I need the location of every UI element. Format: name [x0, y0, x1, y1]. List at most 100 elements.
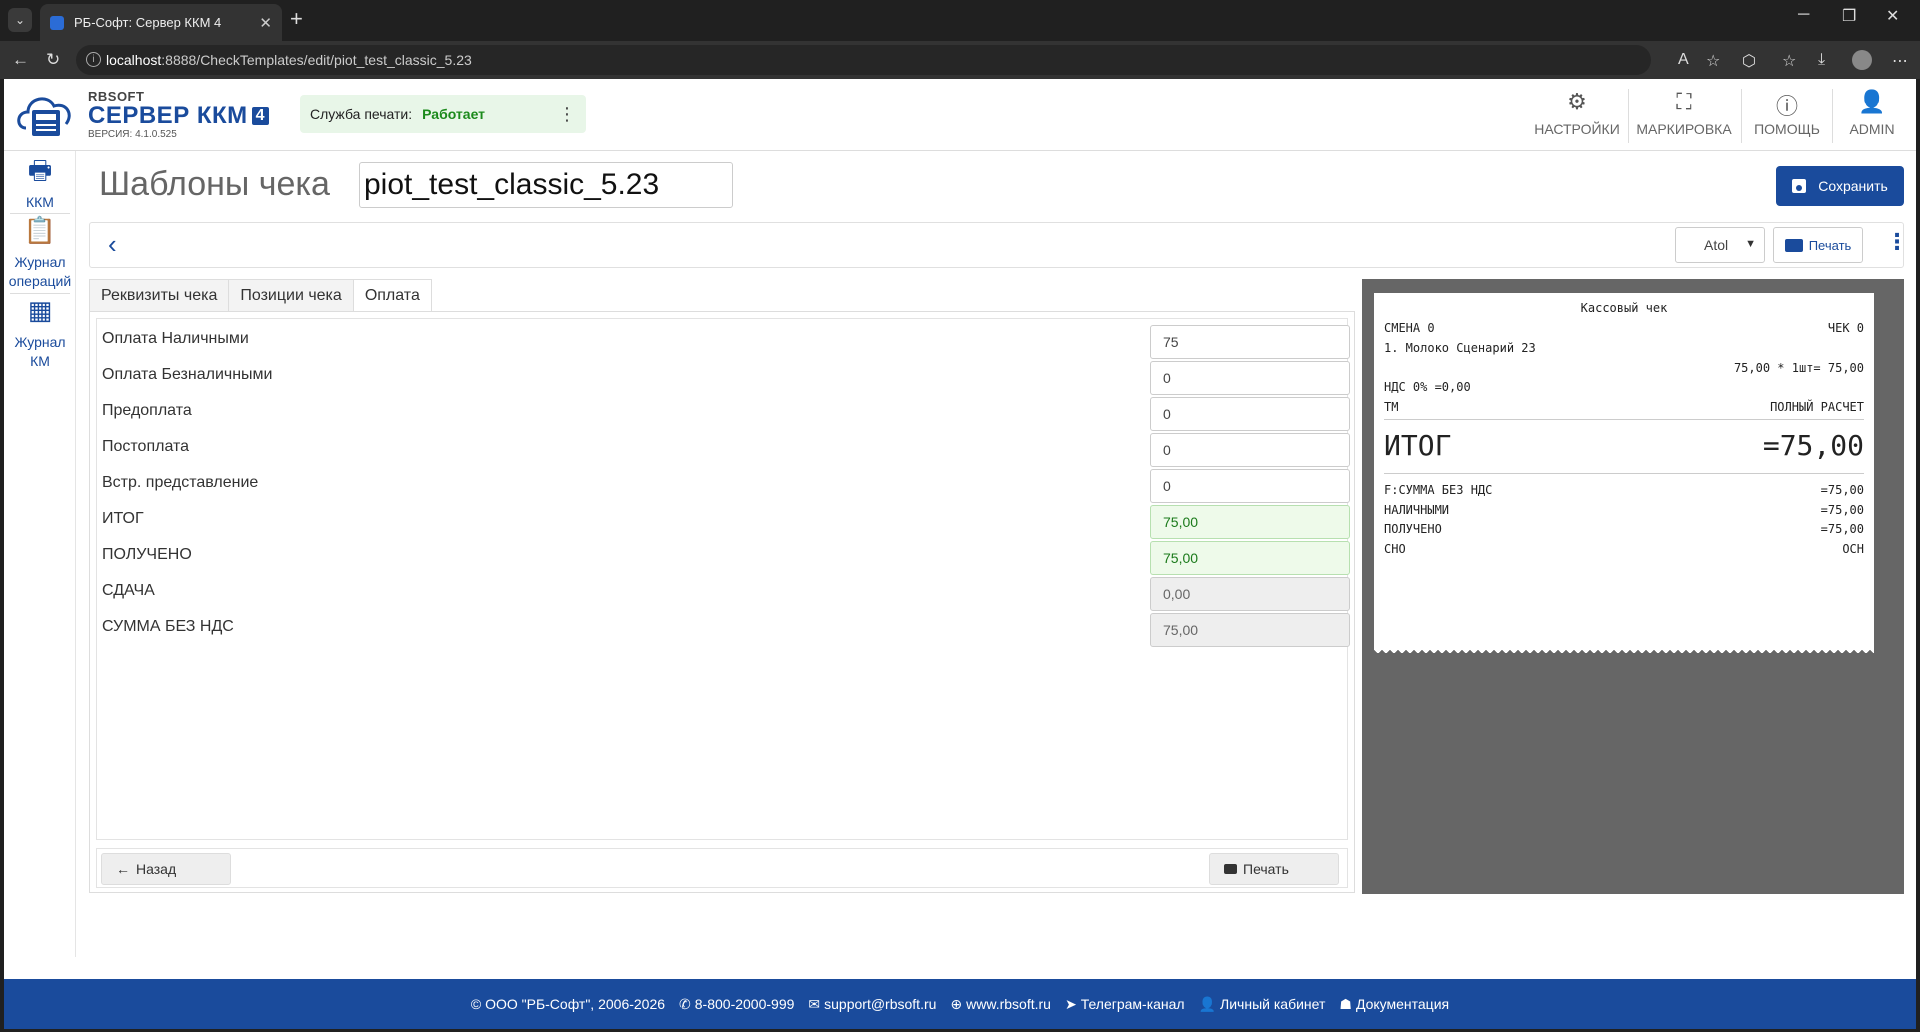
print-service-label: Служба печати:	[310, 106, 413, 122]
url-path: :8888/CheckTemplates/edit/piot_test_clas…	[161, 52, 472, 68]
sidebar-item-journal-ops[interactable]: 📋 Журнал операций	[4, 217, 76, 291]
read-aloud-icon[interactable]: A	[1678, 51, 1689, 69]
field-row-prepayment: Предоплата 0	[97, 397, 1350, 433]
postpayment-input[interactable]: 0	[1150, 433, 1350, 467]
print-service-state: Работает	[422, 106, 486, 122]
profile-avatar-icon[interactable]	[1852, 50, 1872, 70]
chevron-left-icon[interactable]: ‹	[108, 229, 117, 260]
close-tab-icon[interactable]: ✕	[259, 14, 272, 32]
receipt-preview: Кассовый чек СМЕНА 0 ЧЕК 0 1. Молоко Сцен…	[1362, 279, 1904, 894]
field-row-cashless: Оплата Безналичными 0	[97, 361, 1350, 397]
gear-icon: ⚙	[1567, 89, 1587, 114]
browser-tabbar: ⌄ РБ-Софт: Сервер ККМ 4 ✕ + ─ ❐ ✕	[0, 0, 1920, 41]
no-vat-sum-value: 75,00	[1150, 613, 1350, 647]
field-row-received: ПОЛУЧЕНО 75,00	[97, 541, 1350, 577]
receipt-item-calc: 75,00 * 1шт= 75,00	[1733, 361, 1864, 375]
footer-cabinet[interactable]: 👤 Личный кабинет	[1199, 996, 1326, 1013]
sidebar-item-kkm[interactable]: 🖶 ККМ	[4, 155, 76, 212]
payment-form: Оплата Наличными 75 Оплата Безналичными …	[89, 311, 1355, 893]
receipt-no-vat-line: F:СУММА БЕЗ НДС =75,00	[1384, 483, 1864, 497]
mail-icon: ✉	[808, 995, 821, 1012]
prepayment-input[interactable]: 0	[1150, 397, 1350, 431]
tab-check-positions[interactable]: Позиции чека	[228, 279, 354, 311]
scan-icon: ⛶	[1676, 89, 1692, 114]
arrow-left-icon: ←	[116, 861, 130, 877]
restore-icon[interactable]: ❐	[1842, 6, 1856, 26]
admin-button[interactable]: 👤 ADMIN	[1840, 89, 1904, 143]
cashless-payment-input[interactable]: 0	[1150, 361, 1350, 395]
printer-icon	[1224, 864, 1237, 874]
payment-fields: Оплата Наличными 75 Оплата Безналичными …	[96, 318, 1350, 840]
minimize-icon[interactable]: ─	[1798, 6, 1809, 24]
site-info-icon[interactable]: i	[86, 52, 101, 67]
printer-icon: 🖶	[27, 155, 53, 185]
receipt-title: Кассовый чек	[1580, 301, 1668, 315]
favorite-star-icon[interactable]: ☆	[1706, 51, 1720, 71]
print-service-menu-icon[interactable]: ⋮	[558, 104, 576, 125]
reload-icon[interactable]: ↻	[46, 50, 60, 70]
field-row-postpayment: Постоплата 0	[97, 433, 1350, 469]
user-icon: 👤	[1858, 89, 1886, 114]
tab-check-requisites[interactable]: Реквизиты чека	[89, 279, 230, 311]
footer-site[interactable]: ⊕ www.rbsoft.ru	[950, 996, 1051, 1013]
app-header: RBSOFT СЕРВЕР ККМ 4 ВЕРСИЯ: 4.1.0.525 Слу…	[4, 79, 1916, 151]
marking-button[interactable]: ⛶ МАРКИРОВКА	[1636, 89, 1732, 143]
floppy-icon	[1792, 179, 1807, 193]
driver-select[interactable]: Atol ▼	[1675, 227, 1765, 263]
app-version: ВЕРСИЯ: 4.1.0.525	[88, 129, 177, 140]
template-name-input[interactable]	[359, 162, 733, 208]
receipt-sno-line: СНО ОСН	[1384, 542, 1864, 556]
more-options-icon[interactable]: ⋮	[1886, 229, 1908, 255]
extensions-icon[interactable]: ⬡	[1742, 51, 1756, 71]
footer-email[interactable]: ✉ support@rbsoft.ru	[808, 996, 936, 1013]
received-value: 75,00	[1150, 541, 1350, 575]
receipt-cash-line: НАЛИЧНЫМИ =75,00	[1384, 503, 1864, 517]
chevron-down-icon: ▼	[1745, 238, 1756, 250]
browser-toolbar: ← ↻ i localhost:8888/CheckTemplates/edit…	[0, 41, 1920, 79]
logo-icon	[17, 97, 71, 136]
receipt-tm-line: ТМ ПОЛНЫЙ РАСЧЕТ	[1384, 400, 1864, 414]
counter-provision-input[interactable]: 0	[1150, 469, 1350, 503]
field-row-no-vat-sum: СУММА БЕЗ НДС 75,00	[97, 613, 1350, 649]
tab-list-button[interactable]: ⌄	[8, 8, 32, 32]
print-button-bottom[interactable]: Печать	[1209, 853, 1339, 885]
cash-payment-input[interactable]: 75	[1150, 325, 1350, 359]
downloads-icon[interactable]: ⤓	[1818, 51, 1825, 69]
save-button[interactable]: Сохранить	[1776, 166, 1904, 206]
print-service-status: Служба печати: Работает ⋮	[300, 95, 586, 133]
help-icon: ⓘ	[1775, 94, 1798, 119]
tab-payment[interactable]: Оплата	[352, 279, 432, 311]
receipt-total: ИТОГ =75,00	[1384, 429, 1864, 462]
receipt-vat-line: НДС 0% =0,00	[1384, 380, 1471, 394]
field-row-change: СДАЧА 0,00	[97, 577, 1350, 613]
app-footer: © ООО "РБ-Софт", 2006-2026 ✆ 8-800-2000-9…	[4, 979, 1916, 1029]
back-icon[interactable]: ←	[12, 50, 29, 70]
print-button-top[interactable]: Печать	[1773, 227, 1863, 263]
tabs: Реквизиты чека Позиции чека Оплата	[89, 279, 432, 311]
address-bar[interactable]: i localhost:8888/CheckTemplates/edit/pio…	[76, 45, 1651, 75]
browser-tab-title: РБ-Софт: Сервер ККМ 4	[74, 15, 222, 30]
favicon-icon	[50, 15, 64, 30]
new-tab-button[interactable]: +	[290, 8, 303, 30]
printer-icon	[1784, 238, 1803, 252]
edit-toolbar: ‹ Atol ▼ Печать ⋮	[89, 222, 1908, 268]
browser-tab[interactable]: РБ-Софт: Сервер ККМ 4 ✕	[40, 4, 282, 41]
sidebar-item-journal-km[interactable]: ▦ Журнал КМ	[4, 295, 76, 371]
help-button[interactable]: ⓘ ПОМОЩЬ	[1748, 89, 1826, 143]
favorites-icon[interactable]: ☆	[1782, 51, 1796, 71]
field-row-total: ИТОГ 75,00	[97, 505, 1350, 541]
footer-docs[interactable]: ☗ Документация	[1339, 996, 1449, 1013]
footer-telegram[interactable]: ➤ Телеграм-канал	[1065, 996, 1185, 1013]
total-value: 75,00	[1150, 505, 1350, 539]
footer-copyright: © ООО "РБ-Софт", 2006-2026	[470, 996, 666, 1012]
settings-button[interactable]: ⚙ НАСТРОЙКИ	[1532, 89, 1622, 143]
app: RBSOFT СЕРВЕР ККМ 4 ВЕРСИЯ: 4.1.0.525 Слу…	[4, 79, 1916, 1029]
footer-phone[interactable]: ✆ 8-800-2000-999	[679, 996, 794, 1013]
back-button[interactable]: ← Назад	[101, 853, 231, 885]
qr-code-icon: ▦	[27, 295, 53, 325]
menu-dots-icon[interactable]: ⋯	[1892, 51, 1908, 71]
page-title: Шаблоны чека	[99, 165, 330, 203]
change-value: 0,00	[1150, 577, 1350, 611]
receipt: Кассовый чек СМЕНА 0 ЧЕК 0 1. Молоко Сцен…	[1374, 287, 1874, 655]
close-window-icon[interactable]: ✕	[1886, 6, 1899, 26]
